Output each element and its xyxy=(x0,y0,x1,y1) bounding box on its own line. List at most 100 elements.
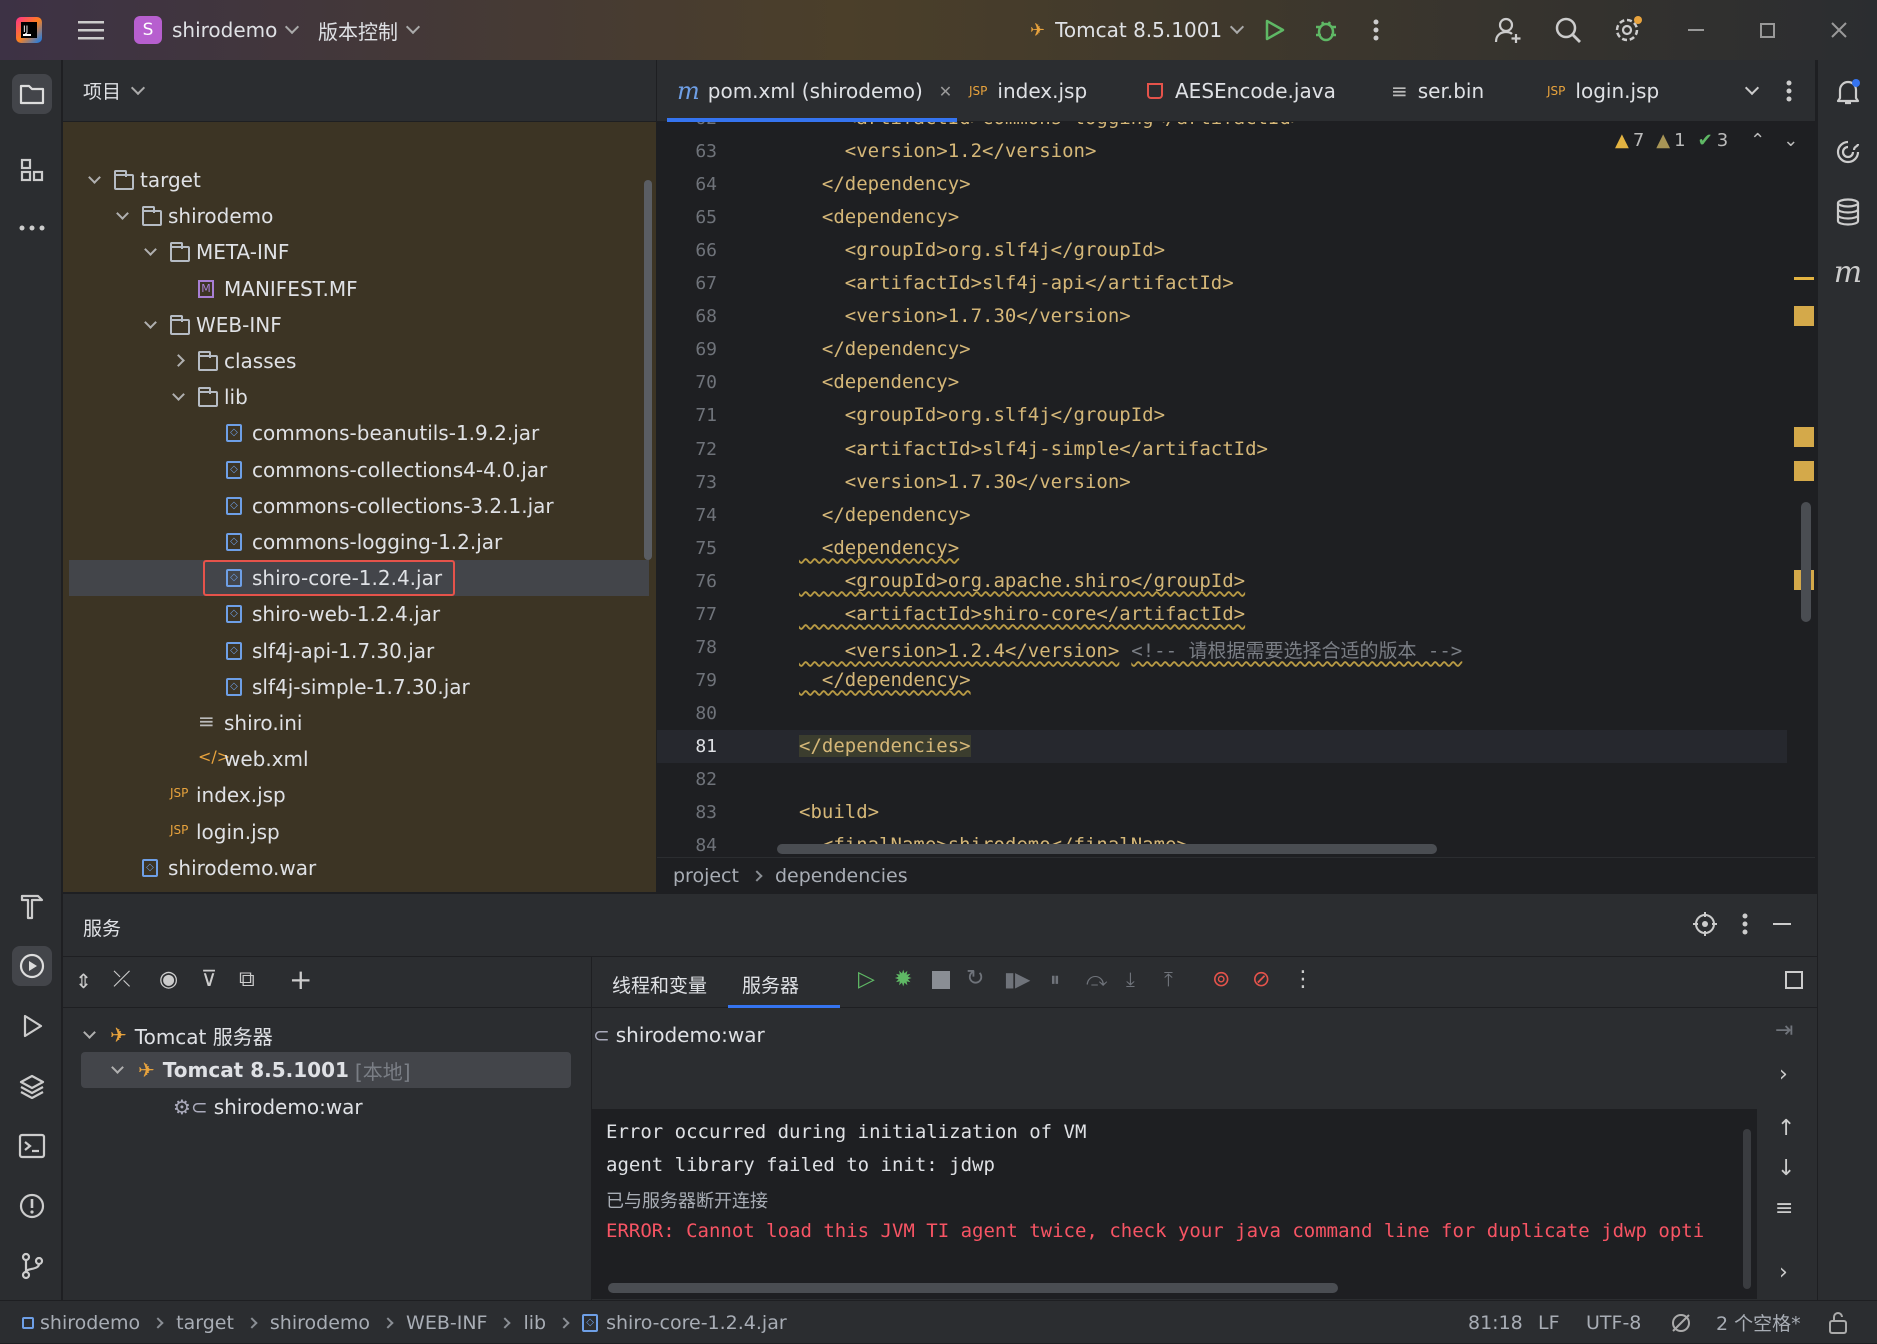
deploy-action-icon[interactable]: ⇥ xyxy=(1775,1018,1793,1043)
search-icon[interactable] xyxy=(1554,0,1582,60)
step-over-icon[interactable]: ⤼ xyxy=(1086,967,1107,991)
maven-icon[interactable]: m xyxy=(1830,254,1866,290)
panel-options-icon[interactable] xyxy=(1741,912,1749,936)
new-tab-icon[interactable]: ⧉ xyxy=(239,967,255,992)
editor-vertical-scrollbar[interactable] xyxy=(1801,502,1811,622)
debug-bug-icon[interactable]: ✹ xyxy=(894,967,912,992)
more-tools-icon[interactable] xyxy=(14,210,50,246)
chevron-down-icon[interactable] xyxy=(116,207,129,221)
run-button[interactable] xyxy=(1262,0,1286,60)
tree-item-folder[interactable]: META-INF xyxy=(69,234,649,270)
maximize-window-icon[interactable] xyxy=(1760,0,1775,60)
previous-highlight-icon[interactable]: ⌃ xyxy=(1750,130,1765,151)
tree-item-folder[interactable]: shirodemo xyxy=(69,198,649,234)
file-encoding[interactable]: UTF-8 xyxy=(1586,1301,1641,1344)
close-window-icon[interactable] xyxy=(1830,0,1848,60)
collapse-all-icon[interactable]: ⤫ xyxy=(113,967,131,992)
build-hammer-icon[interactable] xyxy=(14,888,50,924)
layout-split-icon[interactable] xyxy=(1785,971,1803,989)
status-path-item[interactable]: shiro-core-1.2.4.jar xyxy=(606,1312,787,1334)
tree-item-xml[interactable]: </> web.xml xyxy=(69,741,649,777)
tree-item-jar[interactable]: ◇ shirodemo.war xyxy=(69,850,649,886)
status-path-item[interactable]: WEB-INF xyxy=(406,1312,487,1334)
chevron-right-icon[interactable] xyxy=(172,354,185,367)
tab-more-icon[interactable] xyxy=(1785,60,1793,122)
git-branch-icon[interactable] xyxy=(14,1248,50,1284)
settings-gear-icon[interactable] xyxy=(1613,0,1643,60)
code-insight-icon[interactable] xyxy=(1670,1301,1692,1344)
run-icon[interactable]: ▷ xyxy=(858,967,875,992)
tab-server[interactable]: 服务器 xyxy=(742,971,799,998)
chevron-right-icon[interactable]: › xyxy=(1779,1260,1788,1285)
structure-icon[interactable] xyxy=(14,152,50,188)
database-icon[interactable] xyxy=(1830,194,1866,230)
hide-panel-icon[interactable] xyxy=(1773,923,1791,925)
view-options-eye-icon[interactable]: ◉ xyxy=(159,967,178,992)
terminal-icon[interactable] xyxy=(14,1128,50,1164)
tree-item-jsp[interactable]: JSP login.jsp xyxy=(69,814,649,850)
run-config-selector[interactable]: ✈ Tomcat 8.5.1001 xyxy=(1030,0,1245,60)
soft-wrap-icon[interactable]: ≡ xyxy=(1775,1196,1793,1221)
chevron-down-icon[interactable] xyxy=(172,388,185,402)
deployment-row[interactable]: ⊂ shirodemo:war xyxy=(593,1018,765,1052)
tab-login-jsp[interactable]: JSP login.jsp xyxy=(1547,60,1659,122)
tab-ser-bin[interactable]: ≡ ser.bin xyxy=(1391,60,1484,122)
next-highlight-icon[interactable]: ⌄ xyxy=(1783,130,1798,151)
scroll-up-icon[interactable]: ↑ xyxy=(1777,1116,1795,1141)
status-path-item[interactable]: lib xyxy=(523,1312,546,1334)
pause-icon[interactable]: ⏸ xyxy=(1050,967,1060,991)
more-actions-icon[interactable]: ⋮ xyxy=(1292,967,1314,992)
expand-all-icon[interactable]: ⇕ xyxy=(75,969,92,993)
step-out-icon[interactable]: ⤒ xyxy=(1164,967,1173,991)
line-separator[interactable]: LF xyxy=(1538,1301,1560,1344)
tree-item-text[interactable]: ≡ shiro.ini xyxy=(69,705,649,741)
run-tool-icon[interactable] xyxy=(14,1008,50,1044)
tree-item-folder[interactable]: target xyxy=(69,162,649,198)
tree-item-jar[interactable]: ◇ shiro-core-1.2.4.jar xyxy=(69,560,649,597)
breadcrumb-item-dependencies[interactable]: dependencies xyxy=(775,865,908,887)
inspection-widget[interactable]: ▲ 7 ▲ 1 ✔ 3 ⌃ ⌄ xyxy=(1615,130,1798,151)
problems-icon[interactable] xyxy=(14,1188,50,1224)
add-user-icon[interactable] xyxy=(1494,0,1522,60)
tree-item-jar[interactable]: ◇ shiro-web-1.2.4.jar xyxy=(69,596,649,632)
ai-assistant-icon[interactable] xyxy=(1830,134,1866,170)
project-scrollbar[interactable] xyxy=(644,180,652,560)
tab-threads-variables[interactable]: 线程和变量 xyxy=(612,971,707,998)
tab-list-chevron-icon[interactable] xyxy=(1737,60,1760,122)
chevron-down-icon[interactable] xyxy=(144,243,157,257)
more-actions-icon[interactable] xyxy=(1372,0,1380,60)
chevron-right-icon[interactable]: › xyxy=(1779,1062,1788,1087)
console-horizontal-scrollbar[interactable] xyxy=(608,1283,1338,1293)
project-folder-icon[interactable] xyxy=(12,74,52,114)
notifications-bell-icon[interactable] xyxy=(1830,74,1866,110)
target-icon[interactable] xyxy=(1693,912,1717,936)
editor-horizontal-scrollbar[interactable] xyxy=(777,844,1437,854)
project-switcher[interactable]: S shirodemo xyxy=(134,0,300,60)
tree-item-jar[interactable]: ◇ commons-logging-1.2.jar xyxy=(69,524,649,560)
caret-position[interactable]: 81:18 xyxy=(1468,1301,1523,1344)
close-tab-icon[interactable]: ✕ xyxy=(939,82,952,101)
scroll-marker[interactable] xyxy=(1794,277,1814,280)
stop-icon[interactable] xyxy=(932,971,950,989)
tree-item-folder[interactable]: lib xyxy=(69,379,649,415)
tree-item-jar[interactable]: ◇ commons-collections-3.2.1.jar xyxy=(69,488,649,524)
chevron-down-icon[interactable] xyxy=(130,80,146,95)
debug-button[interactable] xyxy=(1313,0,1339,60)
chevron-down-icon[interactable] xyxy=(144,315,157,329)
tree-node-tomcat-root[interactable]: ✈ Tomcat 服务器 xyxy=(73,1018,273,1052)
tree-item-jar[interactable]: ◇ slf4j-simple-1.7.30.jar xyxy=(69,669,649,705)
scroll-marker[interactable] xyxy=(1794,427,1814,447)
scroll-marker[interactable] xyxy=(1794,461,1814,481)
mute-breakpoints-icon[interactable]: ⊘ xyxy=(1252,967,1270,992)
minimize-window-icon[interactable] xyxy=(1688,0,1704,60)
layers-icon[interactable] xyxy=(14,1068,50,1104)
filter-icon[interactable]: ⊽ xyxy=(201,967,217,992)
status-path-item[interactable]: shirodemo xyxy=(270,1312,370,1334)
console-output[interactable]: Error occurred during initialization of … xyxy=(592,1109,1757,1299)
breadcrumb-item-project[interactable]: project xyxy=(673,865,739,887)
status-path-item[interactable]: target xyxy=(176,1312,234,1334)
tree-item-jar[interactable]: ◇ commons-beanutils-1.9.2.jar xyxy=(69,415,649,451)
add-service-icon[interactable]: + xyxy=(289,963,312,996)
tree-node-tomcat-server[interactable]: ✈ Tomcat 8.5.1001 [本地] xyxy=(81,1052,571,1088)
tree-node-artifact[interactable]: ⚙⊂ shirodemo:war xyxy=(173,1090,363,1124)
